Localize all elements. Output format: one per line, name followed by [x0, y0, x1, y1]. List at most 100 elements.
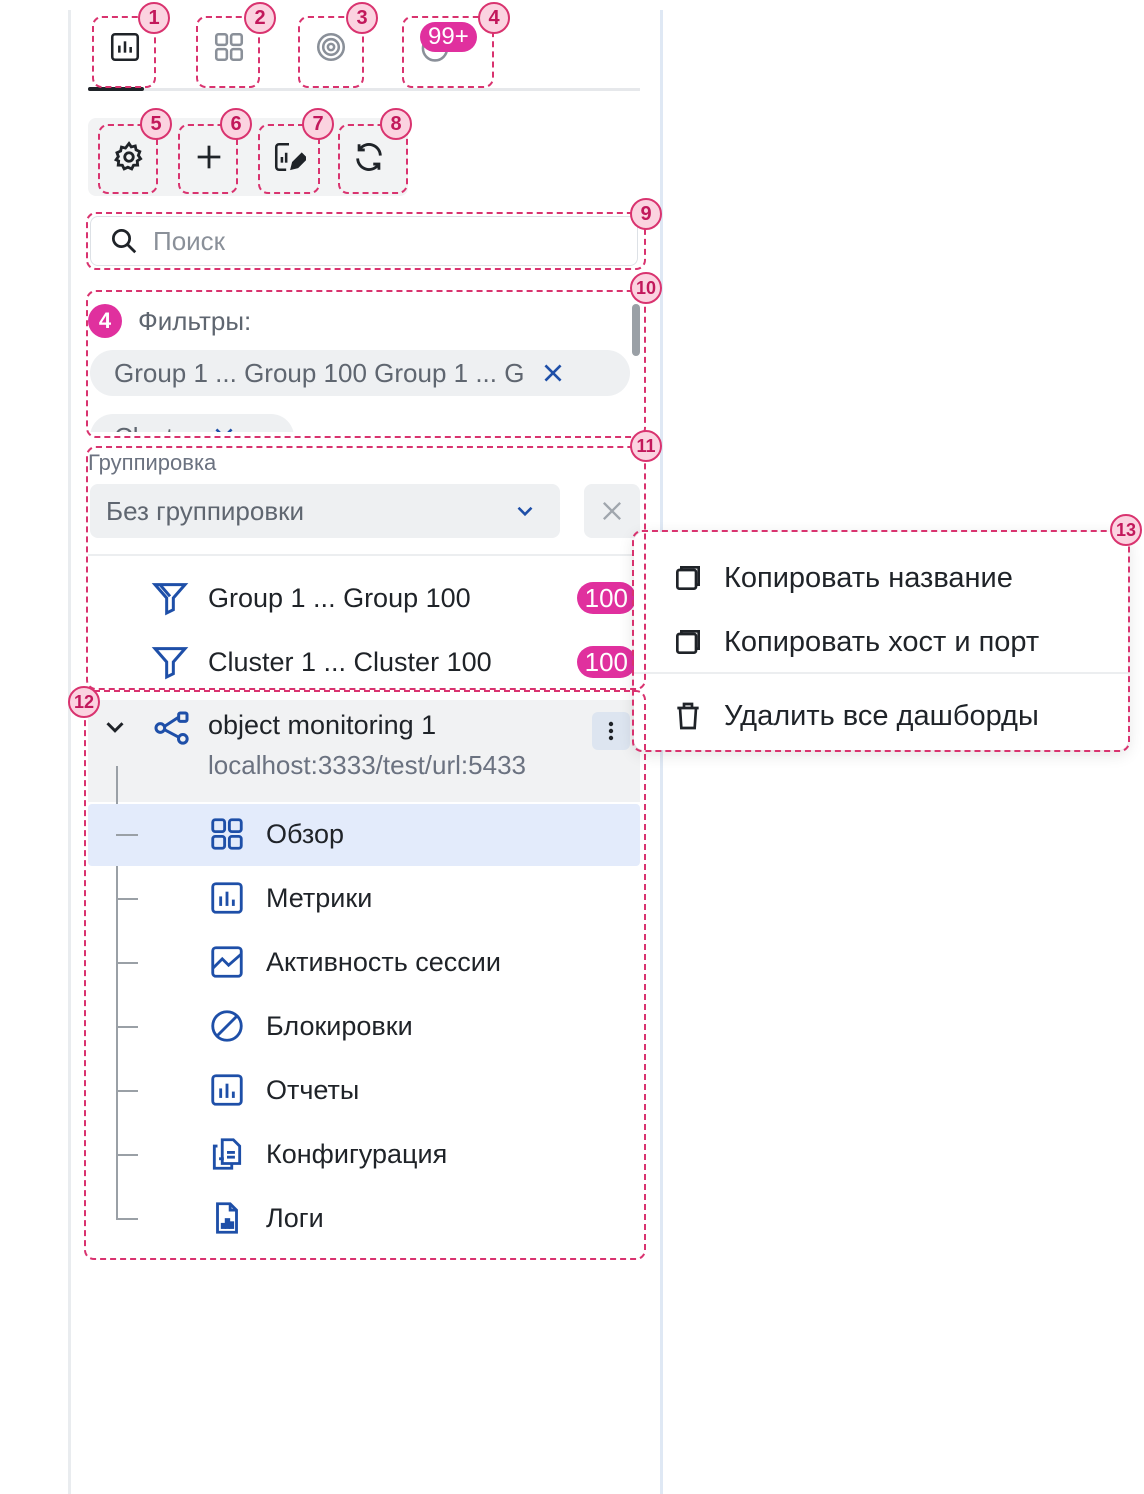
annotation-marker: 6	[220, 108, 252, 140]
grouping-selected-value: Без группировки	[106, 495, 305, 526]
menu-item-label: Удалить все дашборды	[724, 699, 1039, 732]
tab-dashboards[interactable]	[204, 22, 254, 72]
tree-branch	[116, 1218, 138, 1220]
menu-item-label: Копировать название	[724, 561, 1013, 594]
tree-item-logs[interactable]: Логи	[208, 1196, 324, 1240]
annotation-marker: 4	[478, 2, 510, 34]
chevron-down-icon	[517, 506, 533, 517]
node-subtitle: localhost:3333/test/url:5433	[208, 750, 526, 780]
tree-item-configuration[interactable]: Конфигурация	[208, 1132, 447, 1176]
trash-icon	[677, 702, 699, 730]
plus-icon	[197, 145, 221, 169]
chart-icon	[211, 882, 243, 914]
tree-item-label: Обзор	[266, 818, 344, 849]
clear-grouping-button[interactable]	[584, 484, 640, 538]
search-box[interactable]	[90, 216, 638, 266]
annotation-marker: 13	[1110, 514, 1142, 546]
grouping-select[interactable]: Без группировки	[90, 484, 560, 538]
close-icon[interactable]	[211, 424, 237, 432]
count-badge: 100	[576, 646, 636, 678]
tab-targets[interactable]	[306, 22, 356, 72]
documents-icon	[212, 1138, 242, 1170]
tree-item-overview[interactable]: Обзор	[208, 812, 344, 856]
tree-branch	[116, 834, 138, 836]
annotation-marker: 3	[346, 2, 378, 34]
panel-right-border	[660, 10, 663, 1494]
tree-item-reports[interactable]: Отчеты	[208, 1068, 359, 1112]
filters-panel: 4 Фильтры: Group 1 ... Group 100 Group 1…	[88, 296, 644, 432]
tree-item-metrics[interactable]: Метрики	[208, 876, 372, 920]
tree-branch	[116, 898, 138, 900]
grid-icon	[214, 32, 244, 62]
count-badge: 100	[576, 582, 636, 614]
notification-badge: 99+	[420, 22, 477, 52]
annotation-marker: 8	[380, 108, 412, 140]
funnel-icon	[151, 583, 189, 616]
grid-icon	[211, 818, 243, 850]
filter-item-label: Cluster 1 ... Cluster 100	[208, 646, 492, 677]
tree-branch	[116, 1090, 138, 1092]
filters-count-badge: 4	[88, 304, 122, 338]
tree-item-label: Конфигурация	[266, 1138, 448, 1169]
close-icon	[603, 502, 621, 520]
filters-scrollbar[interactable]	[632, 304, 640, 356]
tree-branch	[116, 962, 138, 964]
filter-chip-clusters[interactable]: Clust...	[90, 414, 294, 432]
panel-left-border	[68, 10, 71, 1494]
tree-item-label: Логи	[266, 1202, 324, 1233]
tree-item-label: Отчеты	[266, 1074, 360, 1105]
chart-icon	[110, 32, 140, 62]
tree-branch	[116, 1154, 138, 1156]
filter-chip-label: Group 1 ... Group 100 Group 1 ... G	[114, 357, 525, 388]
annotation-marker: 5	[140, 108, 172, 140]
menu-divider	[634, 672, 1128, 674]
grouping-label: Группировка	[88, 450, 217, 475]
tree-item-locks[interactable]: Блокировки	[208, 1004, 413, 1048]
tree-item-label: Блокировки	[266, 1010, 413, 1041]
edit-chart-icon	[274, 142, 306, 172]
annotation-marker: 10	[630, 272, 662, 304]
filters-label: Фильтры:	[138, 306, 252, 336]
gear-icon	[113, 141, 143, 171]
annotation-marker: 11	[630, 430, 662, 462]
log-file-icon	[216, 1202, 238, 1234]
filter-item-clusters[interactable]: Cluster 1 ... Cluster 100 100	[150, 638, 636, 686]
blocked-icon	[211, 1010, 243, 1042]
close-icon[interactable]	[540, 360, 566, 386]
chart-icon	[211, 1074, 243, 1106]
annotation-marker: 12	[68, 686, 100, 718]
image-chart-icon	[211, 946, 243, 978]
refresh-icon	[356, 143, 382, 171]
filter-chip-groups[interactable]: Group 1 ... Group 100 Group 1 ... G	[90, 350, 630, 396]
share-nodes-icon	[154, 711, 189, 745]
filter-item-label: Group 1 ... Group 100	[208, 582, 471, 613]
menu-item-label: Копировать хост и порт	[724, 625, 1040, 658]
target-icon	[316, 32, 346, 62]
selected-item-highlight	[88, 804, 640, 866]
chevron-down-icon[interactable]	[100, 712, 130, 742]
node-title: object monitoring 1	[208, 710, 437, 740]
copy-icon	[676, 630, 700, 654]
search-icon	[112, 229, 137, 254]
funnel-icon	[151, 647, 189, 680]
annotation-marker: 2	[244, 2, 276, 34]
divider	[88, 554, 640, 556]
more-vertical-icon	[608, 721, 614, 741]
menu-item-copy-host-port[interactable]: Копировать хост и порт	[672, 620, 1039, 664]
tabs-divider	[88, 88, 640, 91]
annotation-marker: 9	[630, 198, 662, 230]
tree-item-session-activity[interactable]: Активность сессии	[208, 940, 501, 984]
annotation-marker: 7	[302, 108, 334, 140]
active-tab-indicator	[88, 87, 144, 91]
tree-item-label: Метрики	[266, 882, 373, 913]
filter-item-groups[interactable]: Group 1 ... Group 100 100	[150, 574, 636, 622]
tree-branch	[116, 1026, 138, 1028]
more-options-button[interactable]	[592, 712, 630, 750]
menu-item-delete-dashboards[interactable]: Удалить все дашборды	[672, 694, 1039, 738]
annotation-marker: 1	[138, 2, 170, 34]
filter-chip-label: Clust...	[114, 422, 195, 433]
tree-item-label: Активность сессии	[266, 946, 501, 977]
search-input[interactable]	[153, 225, 613, 257]
copy-icon	[676, 566, 700, 590]
menu-item-copy-name[interactable]: Копировать название	[672, 556, 1013, 600]
